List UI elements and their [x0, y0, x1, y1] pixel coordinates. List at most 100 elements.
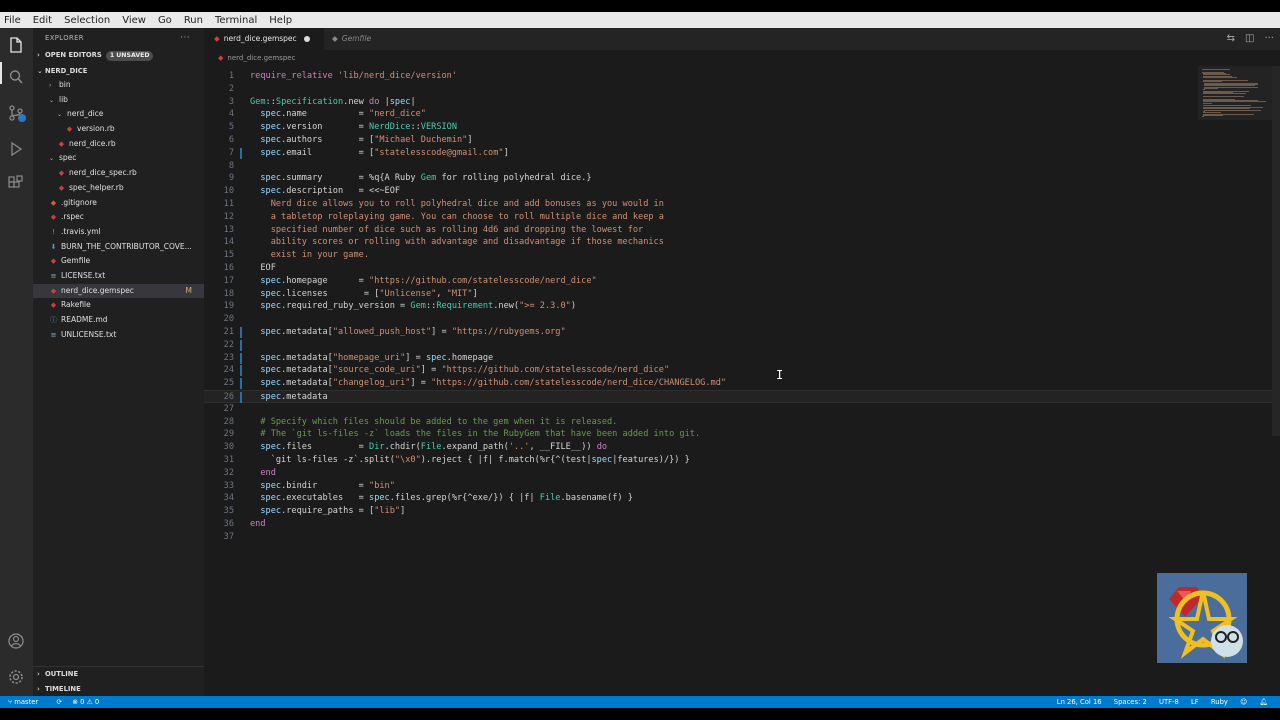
tab-nerd-dice-gemspec[interactable]: ◆ nerd_dice.gemspec: [204, 28, 324, 50]
code-line[interactable]: 1 require_relative 'lib/nerd_dice/version…: [204, 70, 1280, 83]
sync-icon[interactable]: ⟳: [56, 698, 62, 706]
code-line[interactable]: 9 spec.summary = %q{A Ruby Gem for rolli…: [204, 172, 1280, 185]
code-line[interactable]: 10 spec.description = <<~EOF: [204, 185, 1280, 198]
code-line[interactable]: 23 spec.metadata["homepage_uri"] = spec.…: [204, 352, 1280, 365]
outline-section[interactable]: › OUTLINE: [33, 667, 204, 682]
line-number: 10: [223, 186, 234, 197]
code-line[interactable]: 26 spec.metadata: [204, 390, 1280, 403]
source-control-icon[interactable]: [7, 104, 26, 122]
breadcrumb[interactable]: ◆ nerd_dice.gemspec: [218, 54, 295, 62]
tree-file--gitignore[interactable]: ◆ .gitignore: [33, 196, 204, 211]
code-line[interactable]: 35 spec.require_paths = ["lib"]: [204, 505, 1280, 518]
code-line[interactable]: 25 spec.metadata["changelog_uri"] = "htt…: [204, 377, 1280, 390]
tree-file-nerd-dice-spec-rb[interactable]: ◆ nerd_dice_spec.rb: [33, 166, 204, 181]
code-line[interactable]: 6 spec.authors = ["Michael Duchemin"]: [204, 134, 1280, 147]
tree-folder-nerd-dice[interactable]: ⌄ nerd_dice: [33, 107, 204, 122]
code-line[interactable]: 13 specified number of dice such as roll…: [204, 224, 1280, 237]
bell-icon[interactable]: 🔔︎: [1259, 698, 1268, 706]
branch-indicator[interactable]: ⑂ master: [8, 698, 46, 706]
line-number: 31: [223, 455, 234, 465]
menu-help[interactable]: Help: [263, 15, 298, 26]
code-line[interactable]: 30 spec.files = Dir.chdir(File.expand_pa…: [204, 441, 1280, 454]
tree-file-nerd-dice-rb[interactable]: ◆ nerd_dice.rb: [33, 137, 204, 152]
problems-indicator[interactable]: ⊗ 0 ⚠ 0: [72, 698, 99, 706]
menu-go[interactable]: Go: [152, 15, 178, 26]
files-icon[interactable]: [7, 36, 25, 54]
code-text: spec.version = NerdDice::VERSION: [260, 122, 458, 133]
language-mode[interactable]: Ruby: [1211, 698, 1228, 706]
end-of-line[interactable]: LF: [1191, 698, 1199, 706]
cursor-position[interactable]: Ln 26, Col 16: [1057, 698, 1102, 706]
code-line[interactable]: 4 spec.name = "nerd_dice": [204, 108, 1280, 121]
code-line[interactable]: 11 Nerd dice allows you to roll polyhedr…: [204, 198, 1280, 211]
feedback-icon[interactable]: ☺: [1240, 698, 1247, 706]
tree-file--travis-yml[interactable]: ! .travis.yml: [33, 225, 204, 240]
compare-icon[interactable]: ⇆: [1227, 33, 1235, 44]
tree-file--rspec[interactable]: ◆ .rspec: [33, 210, 204, 225]
code-line[interactable]: 19 spec.required_ruby_version = Gem::Req…: [204, 300, 1280, 313]
account-icon[interactable]: [7, 632, 25, 650]
code-line[interactable]: 3 Gem::Specification.new do |spec|: [204, 96, 1280, 109]
tree-file-gemfile[interactable]: ◆ Gemfile: [33, 254, 204, 269]
timeline-section[interactable]: › TIMELINE: [33, 682, 204, 697]
code-line[interactable]: 28 # Specify which files should be added…: [204, 416, 1280, 429]
code-line[interactable]: 33 spec.bindir = "bin": [204, 480, 1280, 493]
code-line[interactable]: 8: [204, 160, 1280, 173]
code-line[interactable]: 5 spec.version = NerdDice::VERSION: [204, 121, 1280, 134]
ruby-file-icon: ◆: [332, 34, 338, 43]
more-actions-icon[interactable]: ···: [1264, 33, 1274, 44]
minimap[interactable]: [1198, 66, 1272, 120]
code-line[interactable]: 34 spec.executables = spec.files.grep(%r…: [204, 492, 1280, 505]
code-line[interactable]: 22: [204, 339, 1280, 352]
code-line[interactable]: 18 spec.licenses = ["Unlicense", "MIT"]: [204, 288, 1280, 301]
menu-view[interactable]: View: [116, 15, 152, 26]
tree-file-nerd-dice-gemspec[interactable]: ◆ nerd_dice.gemspec M: [33, 283, 204, 299]
tree-file-license-txt[interactable]: ≡ LICENSE.txt: [33, 269, 204, 284]
extensions-icon[interactable]: [7, 174, 25, 192]
gear-icon[interactable]: [7, 668, 25, 686]
split-editor-icon[interactable]: ◫: [1245, 33, 1254, 44]
code-line[interactable]: 24 spec.metadata["source_code_uri"] = "h…: [204, 364, 1280, 377]
menu-edit[interactable]: Edit: [27, 15, 58, 26]
code-line[interactable]: 31 `git ls-files -z`.split("\x0").reject…: [204, 454, 1280, 467]
vertical-scrollbar[interactable]: [1272, 66, 1280, 436]
code-line[interactable]: 32 end: [204, 467, 1280, 480]
tree-file-spec-helper-rb[interactable]: ◆ spec_helper.rb: [33, 181, 204, 196]
tab-gemfile[interactable]: ◆ Gemfile: [322, 28, 402, 50]
indentation[interactable]: Spaces: 2: [1114, 698, 1147, 706]
code-line[interactable]: 15 exist in your game.: [204, 249, 1280, 262]
code-line[interactable]: 29 # The `git ls-files -z` loads the fil…: [204, 428, 1280, 441]
code-line[interactable]: 14 ability scores or rolling with advant…: [204, 236, 1280, 249]
more-actions-icon[interactable]: ···: [180, 28, 190, 48]
menu-run[interactable]: Run: [178, 15, 209, 26]
menu-selection[interactable]: Selection: [58, 15, 116, 26]
code-line[interactable]: 36 end: [204, 518, 1280, 531]
code-line[interactable]: 17 spec.homepage = "https://github.com/s…: [204, 275, 1280, 288]
tree-file-readme-md[interactable]: ⓘ README.md: [33, 313, 204, 328]
tree-file-unlicense-txt[interactable]: ≡ UNLICENSE.txt: [33, 328, 204, 343]
code-line[interactable]: 21 spec.metadata["allowed_push_host"] = …: [204, 326, 1280, 339]
search-icon[interactable]: [7, 68, 25, 86]
menu-terminal[interactable]: Terminal: [209, 15, 263, 26]
tree-file-rakefile[interactable]: ◆ Rakefile: [33, 298, 204, 313]
code-line[interactable]: 16 EOF: [204, 262, 1280, 275]
tree-folder-lib[interactable]: ⌄ lib: [33, 93, 204, 108]
open-editors-section[interactable]: › OPEN EDITORS 1 UNSAVED: [33, 48, 204, 62]
tree-folder-spec[interactable]: ⌄ spec: [33, 151, 204, 166]
encoding[interactable]: UTF-8: [1159, 698, 1179, 706]
run-debug-icon[interactable]: [7, 140, 25, 158]
chevron-down-icon: ⌄: [49, 96, 55, 104]
tree-folder-bin[interactable]: › bin: [33, 78, 204, 93]
project-section[interactable]: ⌄ NERD_DICE: [33, 64, 204, 78]
menu-file[interactable]: File: [0, 15, 27, 26]
code-line[interactable]: 7 spec.email = ["statelesscode@gmail.com…: [204, 147, 1280, 160]
code-line[interactable]: 27: [204, 403, 1280, 416]
code-line[interactable]: 20: [204, 313, 1280, 326]
tree-file-burn-the-contributor-cove-[interactable]: ⬇ BURN_THE_CONTRIBUTOR_COVE...: [33, 240, 204, 255]
os-top-bar: [0, 0, 1280, 12]
code-line[interactable]: 37: [204, 531, 1280, 544]
code-line[interactable]: 2: [204, 83, 1280, 96]
tree-file-version-rb[interactable]: ◆ version.rb: [33, 122, 204, 137]
code-line[interactable]: 12 a tabletop roleplaying game. You can …: [204, 211, 1280, 224]
unsaved-dot-icon[interactable]: [303, 36, 310, 42]
